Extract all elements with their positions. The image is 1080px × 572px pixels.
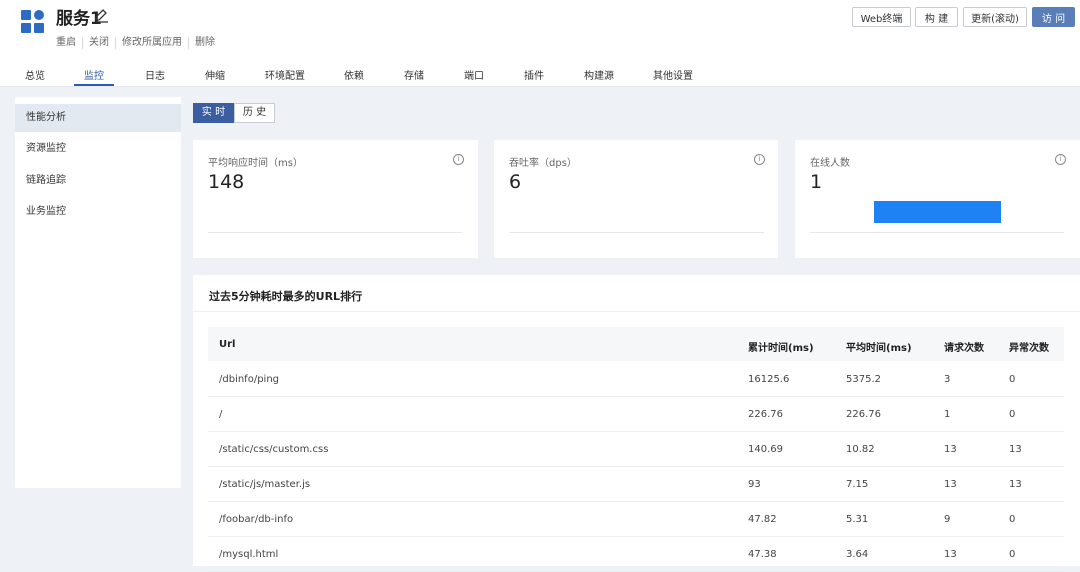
column-header-errors: 异常次数 bbox=[1009, 343, 1049, 354]
history-toggle[interactable]: 历 史 bbox=[234, 103, 275, 123]
cell-total-time: 226.76 bbox=[748, 409, 783, 420]
sidebar-item-resources[interactable]: 资源监控 bbox=[15, 135, 181, 163]
cell-requests: 3 bbox=[944, 374, 951, 385]
card-value: 1 bbox=[810, 171, 823, 193]
cell-avg-time: 226.76 bbox=[846, 409, 881, 420]
cell-url: / bbox=[219, 409, 223, 420]
avg-response-card: 平均响应时间（ms） 148 i bbox=[193, 140, 478, 258]
tab-logs[interactable]: 日志 bbox=[145, 67, 165, 82]
cell-url: /static/js/master.js bbox=[219, 479, 311, 490]
sidebar-item-performance[interactable]: 性能分析 bbox=[15, 104, 181, 132]
card-value: 148 bbox=[208, 171, 245, 193]
realtime-toggle[interactable]: 实 时 bbox=[193, 103, 234, 123]
card-divider bbox=[208, 232, 462, 233]
tab-other-settings[interactable]: 其他设置 bbox=[653, 67, 693, 82]
close-link[interactable]: 关闭 bbox=[82, 37, 115, 49]
tab-storage[interactable]: 存储 bbox=[404, 67, 424, 82]
cell-requests: 9 bbox=[944, 514, 951, 525]
build-button[interactable]: 构 建 bbox=[915, 7, 958, 27]
column-header-total-time: 累计时间(ms) bbox=[748, 343, 814, 354]
service-actions: 重启 关闭 修改所属应用 删除 bbox=[56, 37, 221, 49]
cell-url: /static/css/custom.css bbox=[219, 444, 329, 455]
card-label: 吞吐率（dps） bbox=[509, 158, 577, 169]
web-terminal-button[interactable]: Web终端 bbox=[852, 7, 911, 27]
cell-avg-time: 3.64 bbox=[846, 549, 869, 560]
tab-ports[interactable]: 端口 bbox=[464, 67, 484, 82]
url-ranking-panel: 过去5分钟耗时最多的URL排行 Url 累计时间(ms) 平均时间(ms) 请求… bbox=[193, 275, 1080, 572]
cell-total-time: 93 bbox=[748, 479, 761, 490]
cell-errors: 13 bbox=[1009, 479, 1022, 490]
card-label: 平均响应时间（ms） bbox=[208, 158, 303, 169]
cell-avg-time: 5375.2 bbox=[846, 374, 881, 385]
cell-errors: 0 bbox=[1009, 374, 1016, 385]
panel-title: 过去5分钟耗时最多的URL排行 bbox=[209, 290, 363, 303]
cell-requests: 13 bbox=[944, 444, 957, 455]
tab-dependencies[interactable]: 依赖 bbox=[344, 67, 364, 82]
cell-total-time: 140.69 bbox=[748, 444, 783, 455]
sidebar-item-business[interactable]: 业务监控 bbox=[15, 198, 181, 226]
change-app-link[interactable]: 修改所属应用 bbox=[115, 37, 188, 49]
active-tab-indicator bbox=[74, 84, 114, 86]
cell-avg-time: 7.15 bbox=[846, 479, 869, 490]
cell-errors: 0 bbox=[1009, 514, 1016, 525]
table-row: /mysql.html 47.38 3.64 13 0 bbox=[208, 537, 1064, 572]
table-row: /static/js/master.js 93 7.15 13 13 bbox=[208, 467, 1064, 502]
cell-requests: 13 bbox=[944, 479, 957, 490]
card-divider bbox=[810, 232, 1064, 233]
cell-avg-time: 10.82 bbox=[846, 444, 875, 455]
throughput-card: 吞吐率（dps） 6 i bbox=[494, 140, 778, 258]
column-header-avg-time: 平均时间(ms) bbox=[846, 343, 912, 354]
tab-scaling[interactable]: 伸缩 bbox=[205, 67, 225, 82]
restart-link[interactable]: 重启 bbox=[56, 37, 82, 49]
time-mode-toggle: 实 时 历 史 bbox=[193, 103, 275, 123]
delete-link[interactable]: 删除 bbox=[188, 37, 221, 49]
panel-divider bbox=[193, 311, 1080, 312]
cell-avg-time: 5.31 bbox=[846, 514, 869, 525]
cell-url: /mysql.html bbox=[219, 549, 279, 560]
card-label: 在线人数 bbox=[810, 158, 850, 169]
card-divider bbox=[509, 232, 764, 233]
cell-errors: 13 bbox=[1009, 444, 1022, 455]
cell-errors: 0 bbox=[1009, 409, 1016, 420]
table-row: /dbinfo/ping 16125.6 5375.2 3 0 bbox=[208, 362, 1064, 397]
info-icon[interactable]: i bbox=[1055, 154, 1066, 165]
table-header: Url 累计时间(ms) 平均时间(ms) 请求次数 异常次数 bbox=[208, 327, 1064, 361]
cell-requests: 1 bbox=[944, 409, 951, 420]
edit-icon[interactable] bbox=[93, 7, 109, 23]
tab-monitoring[interactable]: 监控 bbox=[84, 67, 104, 82]
info-icon[interactable]: i bbox=[754, 154, 765, 165]
tab-plugins[interactable]: 插件 bbox=[524, 67, 544, 82]
cell-url: /dbinfo/ping bbox=[219, 374, 279, 385]
top-bar: 服务1 重启 关闭 修改所属应用 删除 Web终端 构 建 更新(滚动) 访 问… bbox=[0, 0, 1080, 87]
column-header-url: Url bbox=[219, 339, 236, 350]
online-users-bar bbox=[874, 201, 1001, 223]
cell-url: /foobar/db-info bbox=[219, 514, 294, 525]
table-row: / 226.76 226.76 1 0 bbox=[208, 397, 1064, 432]
rolling-update-button[interactable]: 更新(滚动) bbox=[963, 7, 1027, 27]
table-row: /static/css/custom.css 140.69 10.82 13 1… bbox=[208, 432, 1064, 467]
sidebar-item-tracing[interactable]: 链路追踪 bbox=[15, 167, 181, 195]
app-logo-icon bbox=[21, 10, 45, 34]
cell-requests: 13 bbox=[944, 549, 957, 560]
tab-build-source[interactable]: 构建源 bbox=[584, 67, 614, 82]
table-row: /foobar/db-info 47.82 5.31 9 0 bbox=[208, 502, 1064, 537]
cell-errors: 0 bbox=[1009, 549, 1016, 560]
tab-overview[interactable]: 总览 bbox=[25, 67, 45, 82]
cell-total-time: 16125.6 bbox=[748, 374, 790, 385]
card-value: 6 bbox=[509, 171, 522, 193]
info-icon[interactable]: i bbox=[453, 154, 464, 165]
visit-button[interactable]: 访 问 bbox=[1032, 7, 1075, 27]
cell-total-time: 47.38 bbox=[748, 549, 777, 560]
monitor-sidebar: 性能分析 资源监控 链路追踪 业务监控 bbox=[15, 97, 181, 488]
tab-env-config[interactable]: 环境配置 bbox=[265, 67, 305, 82]
column-header-requests: 请求次数 bbox=[944, 343, 984, 354]
online-users-card: 在线人数 1 i bbox=[795, 140, 1080, 258]
cell-total-time: 47.82 bbox=[748, 514, 777, 525]
